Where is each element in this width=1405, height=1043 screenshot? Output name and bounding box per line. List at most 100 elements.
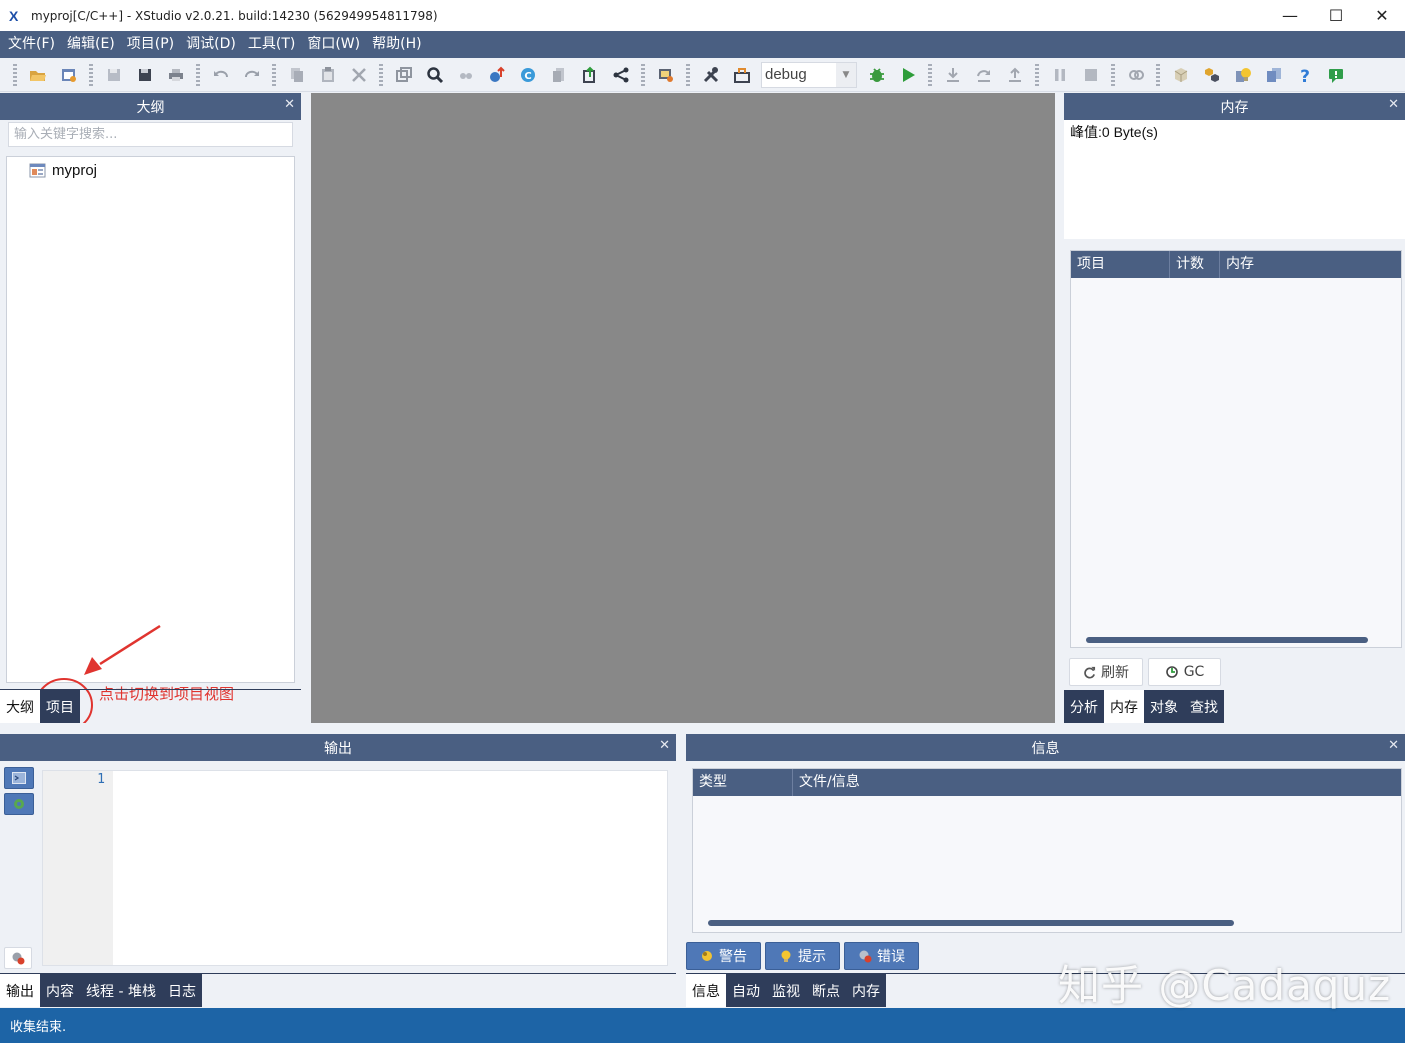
menu-debug[interactable]: 调试(D) [180,31,242,58]
tab-info-memory[interactable]: 内存 [846,974,886,1007]
memory-panel-title: 内存 [1220,99,1249,116]
tips-button[interactable] [1227,61,1258,89]
menu-file[interactable]: 文件(F) [2,31,61,58]
output-panel-title: 输出 [324,740,352,757]
step-over-button[interactable] [968,61,999,89]
module-button[interactable] [1165,61,1196,89]
close-icon[interactable]: ✕ [1388,97,1399,112]
horizontal-scrollbar[interactable] [708,920,1234,926]
search-button[interactable] [419,61,450,89]
save-button[interactable] [98,61,129,89]
save-all-button[interactable] [129,61,160,89]
binoculars-icon [459,72,472,79]
find-symbol-button[interactable] [450,61,481,89]
toolbar-grip[interactable] [89,63,93,86]
close-icon[interactable]: ✕ [659,738,670,753]
step-into-button[interactable] [937,61,968,89]
code-review-button[interactable] [650,61,681,89]
redo-button[interactable] [236,61,267,89]
tab-auto[interactable]: 自动 [726,974,766,1007]
delete-button[interactable] [343,61,374,89]
close-icon[interactable]: ✕ [1388,738,1399,753]
feedback-button[interactable] [1320,61,1351,89]
pause-button[interactable] [1044,61,1075,89]
outline-panel-title: 大纲 [136,99,165,116]
output-text-area[interactable]: 1 [42,770,668,966]
tab-output[interactable]: 输出 [0,974,40,1007]
settings-button[interactable] [4,793,34,815]
column-header[interactable]: 类型 [693,769,793,796]
tab-content[interactable]: 内容 [40,974,80,1007]
tab-breakpoints[interactable]: 断点 [806,974,846,1007]
toolbar-grip[interactable] [1156,63,1160,86]
stop-button[interactable] [1075,61,1106,89]
outline-search-input[interactable]: 输入关键字搜索... [8,122,293,147]
replace-button[interactable] [388,61,419,89]
toolbar-grip[interactable] [379,63,383,86]
console-button[interactable] [4,767,34,789]
tab-info[interactable]: 信息 [686,974,726,1007]
tab-outline[interactable]: 大纲 [0,690,40,723]
toolbar-grip[interactable] [196,63,200,86]
editor-area[interactable] [311,93,1055,723]
build-file-button[interactable] [543,61,574,89]
tab-analysis[interactable]: 分析 [1064,690,1104,723]
hints-button[interactable]: 提示 [765,942,840,970]
menu-tools[interactable]: 工具(T) [242,31,301,58]
attach-process-button[interactable] [1120,61,1151,89]
column-header[interactable]: 内存 [1220,251,1401,278]
new-project-button[interactable] [53,61,84,89]
chevron-down-icon[interactable]: ▼ [836,62,856,87]
build-tools-button[interactable] [695,61,726,89]
tab-project[interactable]: 项目 [40,690,80,723]
clear-output-button[interactable] [4,947,32,969]
build-config-select[interactable]: debug ▼ [761,61,857,88]
tab-thread-stack[interactable]: 线程 - 堆栈 [80,974,162,1007]
horizontal-scrollbar[interactable] [1086,637,1368,643]
gc-button[interactable]: GC [1148,658,1221,686]
column-header[interactable]: 计数 [1170,251,1220,278]
export-button[interactable] [574,61,605,89]
run-button[interactable] [892,61,923,89]
errors-button[interactable]: 错误 [844,942,919,970]
minimize-button[interactable]: — [1267,0,1313,31]
tab-memory[interactable]: 内存 [1104,690,1144,723]
tree-item-project[interactable]: myproj [29,162,97,179]
tab-log[interactable]: 日志 [161,974,202,1007]
open-folder-button[interactable] [22,61,53,89]
help-button[interactable]: ? [1289,61,1320,89]
close-window-button[interactable]: ✕ [1359,0,1405,31]
toolbar-grip[interactable] [13,63,17,86]
class-view-button[interactable]: C [512,61,543,89]
package-button[interactable] [726,61,757,89]
toolbar-grip[interactable] [1111,63,1115,86]
paste-button[interactable] [312,61,343,89]
column-header[interactable]: 文件/信息 [793,769,1401,796]
step-out-button[interactable] [999,61,1030,89]
column-header[interactable]: 项目 [1071,251,1170,278]
goto-definition-button[interactable] [481,61,512,89]
share-button[interactable] [605,61,636,89]
menu-edit[interactable]: 编辑(E) [61,31,121,58]
menu-window[interactable]: 窗口(W) [301,31,366,58]
documents-button[interactable] [1258,61,1289,89]
toolbar-grip[interactable] [1035,63,1039,86]
menu-help[interactable]: 帮助(H) [366,31,427,58]
toolbar-grip[interactable] [272,63,276,86]
maximize-button[interactable]: ☐ [1313,0,1359,31]
undo-button[interactable] [205,61,236,89]
tab-find[interactable]: 查找 [1184,690,1224,723]
copy-button[interactable] [281,61,312,89]
tab-objects[interactable]: 对象 [1144,690,1184,723]
toolbar-grip[interactable] [928,63,932,86]
debug-button[interactable] [861,61,892,89]
menu-project[interactable]: 项目(P) [121,31,180,58]
close-icon[interactable]: ✕ [284,97,295,112]
print-button[interactable] [160,61,191,89]
refresh-button[interactable]: 刷新 [1069,658,1143,686]
toolbar-grip[interactable] [686,63,690,86]
toolbar-grip[interactable] [641,63,645,86]
warnings-button[interactable]: 警告 [686,942,761,970]
tab-watch[interactable]: 监视 [766,974,806,1007]
plugins-button[interactable] [1196,61,1227,89]
